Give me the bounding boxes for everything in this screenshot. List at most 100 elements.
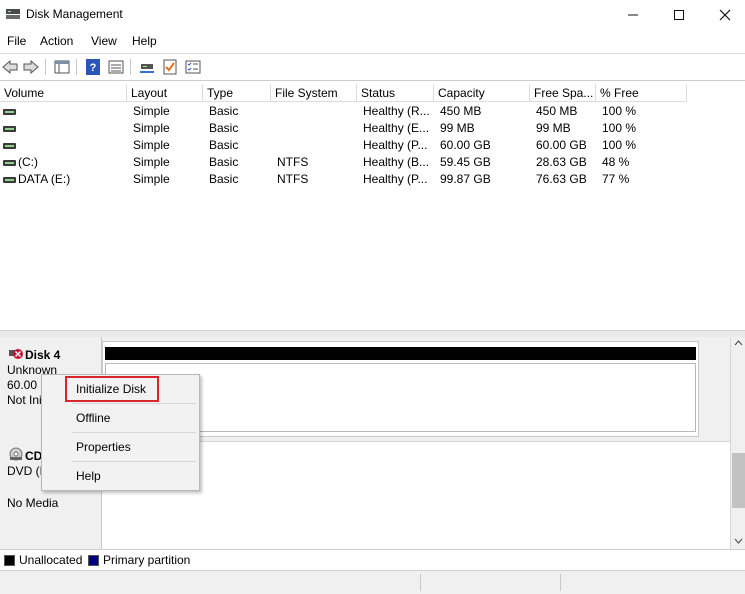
disk-error-icon bbox=[9, 349, 23, 359]
cell-capacity: 99.87 GB bbox=[440, 172, 491, 186]
cell-status: Healthy (R... bbox=[363, 104, 430, 118]
menu-item-offline[interactable]: Offline bbox=[76, 411, 110, 425]
help-button[interactable]: ? bbox=[84, 58, 102, 76]
maximize-button[interactable] bbox=[656, 0, 702, 30]
scroll-thumb[interactable] bbox=[732, 453, 745, 508]
column-header-capacity[interactable]: Capacity bbox=[434, 84, 530, 102]
cell-status: Healthy (P... bbox=[363, 172, 428, 186]
volume-icon bbox=[3, 177, 16, 183]
table-row[interactable]: Simple Basic Healthy (E... 99 MB 99 MB 100 % bbox=[0, 120, 745, 137]
properties-icon bbox=[185, 60, 201, 74]
cell-fs: NTFS bbox=[277, 172, 309, 186]
legend-swatch-unallocated bbox=[4, 555, 15, 566]
view-list-button[interactable] bbox=[107, 58, 125, 76]
toolbar-separator bbox=[45, 59, 46, 75]
cell-free: 99 MB bbox=[536, 121, 571, 135]
toolbar-separator bbox=[76, 59, 77, 75]
connect-icon bbox=[140, 64, 154, 73]
title-bar: Disk Management bbox=[0, 0, 745, 30]
console-tree-button[interactable] bbox=[53, 58, 71, 76]
toolbar: ? bbox=[0, 53, 745, 81]
cell-free: 450 MB bbox=[536, 104, 578, 118]
checklist-icon bbox=[163, 59, 177, 75]
status-divider bbox=[560, 574, 561, 591]
cell-type: Basic bbox=[209, 155, 239, 169]
cell-free: 60.00 GB bbox=[536, 138, 587, 152]
table-row[interactable]: (C:) Simple Basic NTFS Healthy (B... 59.45 GB… bbox=[0, 154, 745, 171]
window-title: Disk Management bbox=[26, 7, 123, 21]
menu-item-initialize-disk[interactable]: Initialize Disk bbox=[76, 382, 146, 396]
cell-layout: Simple bbox=[133, 172, 170, 186]
status-divider bbox=[420, 574, 421, 591]
cell-layout: Simple bbox=[133, 104, 170, 118]
properties-button[interactable] bbox=[184, 58, 202, 76]
scroll-up-icon bbox=[734, 340, 743, 346]
table-row[interactable]: DATA (E:) Simple Basic NTFS Healthy (P... 99.… bbox=[0, 171, 745, 188]
table-row[interactable]: Simple Basic Healthy (P... 60.00 GB 60.00 GB… bbox=[0, 137, 745, 154]
toolbar-separator bbox=[130, 59, 131, 75]
cell-capacity: 450 MB bbox=[440, 104, 482, 118]
menu-item-properties[interactable]: Properties bbox=[76, 440, 131, 454]
cell-layout: Simple bbox=[133, 138, 170, 152]
volume-icon bbox=[3, 109, 16, 115]
column-header-percent-free[interactable]: % Free bbox=[596, 84, 687, 102]
svg-text:?: ? bbox=[90, 62, 97, 74]
menu-separator bbox=[72, 432, 196, 433]
cell-pct: 48 % bbox=[602, 155, 630, 169]
cell-capacity: 59.45 GB bbox=[440, 155, 491, 169]
cell-pct: 100 % bbox=[602, 138, 637, 152]
menu-separator bbox=[72, 461, 196, 462]
console-tree-icon bbox=[54, 60, 70, 74]
cell-type: Basic bbox=[209, 121, 239, 135]
column-header-type[interactable]: Type bbox=[203, 84, 271, 102]
table-row[interactable]: Simple Basic Healthy (R... 450 MB 450 MB 100 … bbox=[0, 103, 745, 120]
volume-icon bbox=[3, 126, 16, 132]
cell-fs: NTFS bbox=[277, 155, 309, 169]
disk-4-name: Disk 4 bbox=[25, 348, 61, 362]
cell-layout: Simple bbox=[133, 155, 170, 169]
back-button[interactable] bbox=[1, 58, 19, 76]
column-header-layout[interactable]: Layout bbox=[127, 84, 203, 102]
view-list-icon bbox=[108, 60, 124, 74]
legend-label-primary: Primary partition bbox=[103, 553, 191, 567]
disk-management-icon bbox=[6, 9, 20, 19]
forward-button[interactable] bbox=[22, 58, 40, 76]
cell-status: Healthy (B... bbox=[363, 155, 430, 169]
status-bar bbox=[0, 570, 745, 594]
connect-button[interactable] bbox=[138, 58, 156, 76]
column-header-free-space[interactable]: Free Spa... bbox=[530, 84, 596, 102]
cell-type: Basic bbox=[209, 104, 239, 118]
cell-volume: DATA (E:) bbox=[18, 172, 71, 186]
forward-arrow-icon bbox=[23, 60, 39, 74]
cell-free: 76.63 GB bbox=[536, 172, 587, 186]
vertical-scrollbar[interactable] bbox=[730, 337, 745, 549]
minimize-button[interactable] bbox=[610, 0, 656, 30]
cell-pct: 77 % bbox=[602, 172, 630, 186]
cell-capacity: 60.00 GB bbox=[440, 138, 491, 152]
maximize-icon bbox=[674, 10, 684, 20]
volume-icon bbox=[3, 143, 16, 149]
legend: Unallocated Primary partition bbox=[0, 549, 745, 571]
checklist-button[interactable] bbox=[161, 58, 179, 76]
menu-file[interactable]: File bbox=[7, 34, 26, 48]
scroll-down-icon bbox=[734, 538, 743, 544]
help-icon: ? bbox=[86, 59, 100, 75]
menu-action[interactable]: Action bbox=[40, 34, 73, 48]
context-menu: Initialize Disk Offline Properties Help bbox=[41, 374, 200, 491]
menu-item-help[interactable]: Help bbox=[76, 469, 101, 483]
cell-volume: (C:) bbox=[18, 155, 38, 169]
cell-free: 28.63 GB bbox=[536, 155, 587, 169]
column-header-volume[interactable]: Volume bbox=[0, 84, 127, 102]
column-header-file-system[interactable]: File System bbox=[271, 84, 357, 102]
menu-bar: File Action View Help bbox=[0, 31, 745, 52]
column-header-status[interactable]: Status bbox=[357, 84, 434, 102]
menu-view[interactable]: View bbox=[91, 34, 117, 48]
close-icon bbox=[719, 9, 731, 21]
legend-label-unallocated: Unallocated bbox=[19, 553, 83, 567]
minimize-icon bbox=[628, 14, 638, 16]
volume-list: Volume Layout Type File System Status Ca… bbox=[0, 84, 745, 330]
menu-help[interactable]: Help bbox=[132, 34, 157, 48]
legend-swatch-primary bbox=[88, 555, 99, 566]
close-button[interactable] bbox=[702, 0, 745, 30]
menu-separator bbox=[72, 403, 196, 404]
